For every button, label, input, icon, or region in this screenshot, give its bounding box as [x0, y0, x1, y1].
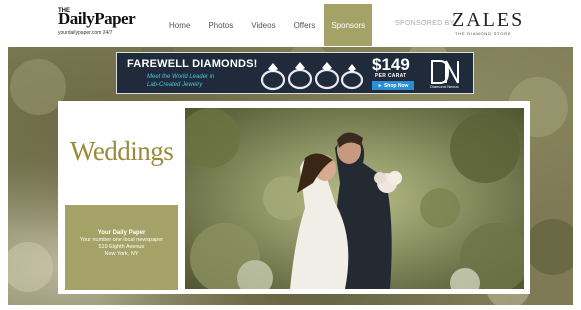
info-address: 519 Eighth Avenue	[98, 244, 145, 250]
site-header: THE DailyPaper yourdailypaper.com 24/7 H…	[0, 0, 581, 47]
site-logo[interactable]: THE DailyPaper yourdailypaper.com 24/7	[58, 8, 136, 40]
shop-now-button[interactable]: ► Shop Now	[372, 81, 414, 90]
ad-banner[interactable]: FAREWELL DIAMONDS! Meet the World Leader…	[116, 52, 474, 94]
ad-price: $149	[372, 55, 410, 74]
rings-icon	[260, 62, 364, 91]
nav-photos[interactable]: Photos	[199, 4, 242, 46]
info-tagline: Your number one local newspaper	[79, 237, 164, 243]
ad-subline-2: Lab-Created Jewelry	[147, 82, 203, 88]
nav-sponsors[interactable]: Sponsors	[324, 4, 373, 46]
nav-offers[interactable]: Offers	[285, 4, 325, 46]
wedding-photo-image	[185, 108, 524, 289]
ad-headline: FAREWELL DIAMONDS!	[127, 58, 258, 70]
page-title: Weddings	[70, 136, 174, 166]
wedding-photo	[185, 108, 524, 289]
logo-tagline: yourdailypaper.com 24/7	[58, 30, 113, 36]
nav-home[interactable]: Home	[160, 4, 199, 46]
info-box: Your Daily Paper Your number one local n…	[65, 205, 178, 290]
sponsor-logo[interactable]: ZALES	[452, 10, 524, 30]
ad-price-unit: PER CARAT	[375, 73, 407, 79]
info-name: Your Daily Paper	[97, 230, 146, 236]
logo-wordmark: DailyPaper	[58, 9, 136, 28]
ad-subline-1: Meet the World Leader in	[147, 74, 215, 80]
sponsor-tagline: THE DIAMOND STORE	[455, 31, 512, 36]
sponsored-by-label: SPONSORED BY	[395, 20, 455, 27]
ad-brand: Diamond Nexus	[430, 84, 459, 89]
main-nav: Home Photos Videos Offers Sponsors	[160, 4, 373, 46]
ad-subline: Meet the World Leader in Lab-Created Jew…	[147, 73, 214, 89]
nav-videos[interactable]: Videos	[242, 4, 284, 46]
info-city: New York, NY	[104, 251, 139, 257]
